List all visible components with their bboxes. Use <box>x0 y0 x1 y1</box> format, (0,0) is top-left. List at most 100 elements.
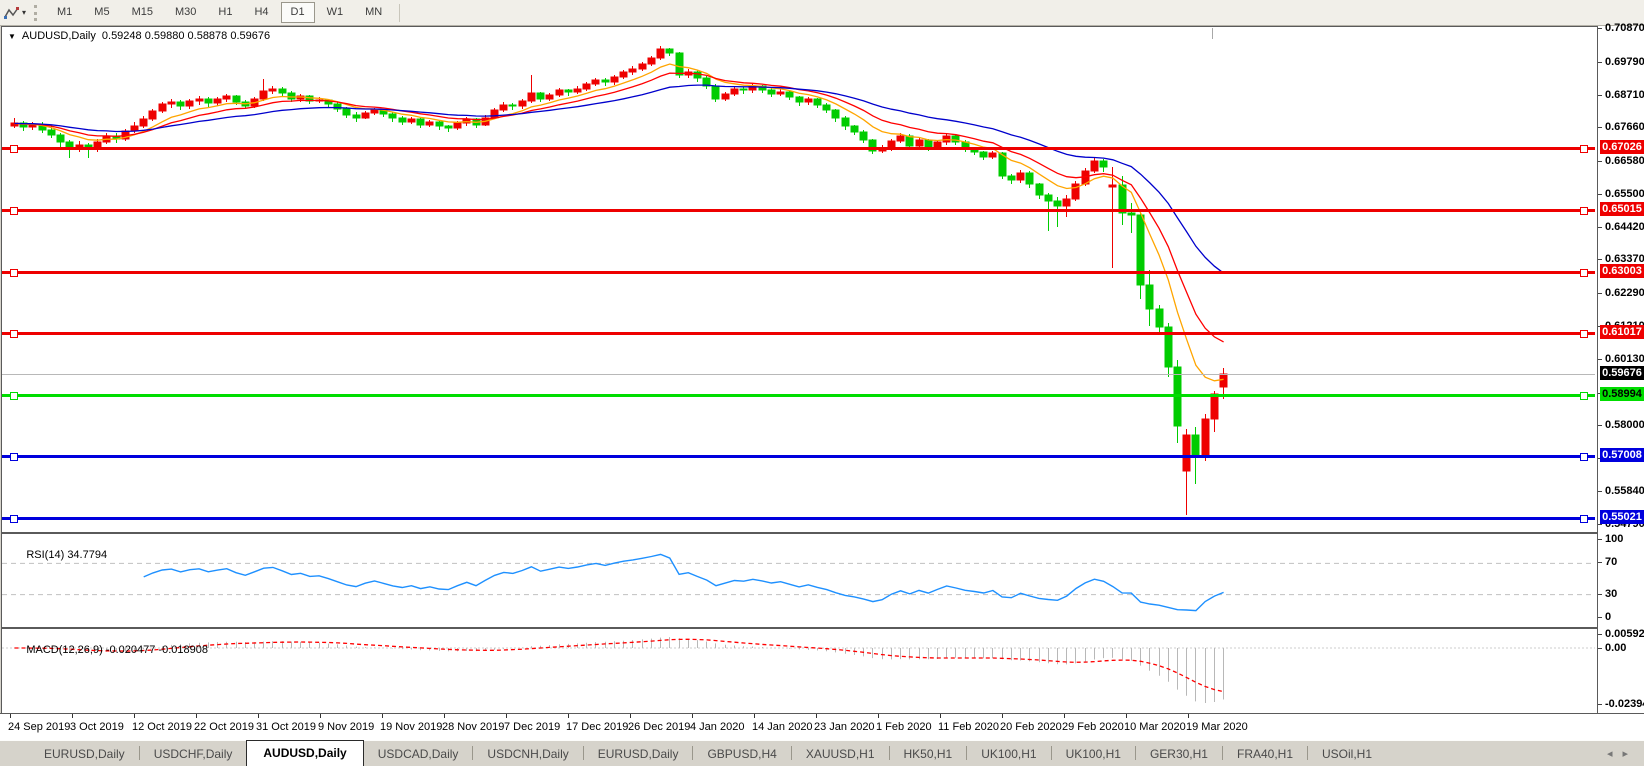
price-axis-tick <box>1598 259 1602 260</box>
date-axis-label: 3 Oct 2019 <box>70 721 124 733</box>
line-handle[interactable] <box>1580 515 1588 523</box>
line-handle[interactable] <box>1580 392 1588 400</box>
chart-tab-ger30-11[interactable]: GER30,H1 <box>1136 743 1222 766</box>
price-axis-tick-label: 0.68710 <box>1605 89 1644 101</box>
line-handle[interactable] <box>1580 453 1588 461</box>
date-axis-label: 24 Sep 2019 <box>8 721 70 733</box>
price-level-label: 0.58994 <box>1600 387 1644 401</box>
chart-tool-button[interactable]: ▾ <box>0 4 30 22</box>
date-axis-label: 31 Oct 2019 <box>256 721 316 733</box>
horizontal-level-line[interactable] <box>2 271 1595 274</box>
chart-tab-uk100-9[interactable]: UK100,H1 <box>967 743 1050 766</box>
chart-tab-eurusd-0[interactable]: EURUSD,Daily <box>30 743 139 766</box>
line-handle[interactable] <box>10 515 18 523</box>
price-axis[interactable]: 0.70870 0.69790 0.68710 0.67660 0.66580 … <box>1597 26 1644 713</box>
date-axis-label: 20 Feb 2020 <box>1000 721 1062 733</box>
timeframe-button-m15[interactable]: M15 <box>122 2 163 23</box>
macd-axis-label: -0.023944 <box>1605 698 1644 710</box>
date-axis-tick <box>1126 714 1127 718</box>
chart-tab-gbpusd-6[interactable]: GBPUSD,H4 <box>693 743 790 766</box>
date-axis-tick <box>940 714 941 718</box>
macd-indicator-pane[interactable]: MACD(12,26,9) -0.020477 -0.018908 <box>1 628 1598 715</box>
rsi-axis-label: 70 <box>1605 556 1617 568</box>
rsi-axis-label: 100 <box>1605 533 1623 545</box>
rsi-axis-tick <box>1598 562 1602 563</box>
toolbar-grip[interactable] <box>34 5 40 21</box>
chart-tab-usdcad-3[interactable]: USDCAD,Daily <box>364 743 473 766</box>
mt4-chart-window: ▾ M1M5M15M30H1H4D1W1MN ▼ AUDUSD,Dai <box>0 0 1644 766</box>
toolbar: ▾ M1M5M15M30H1H4D1W1MN <box>0 0 1644 26</box>
chart-shift-marker <box>1212 28 1213 39</box>
macd-label: MACD(12,26,9) -0.020477 -0.018908 <box>8 632 208 668</box>
chart-tab-eurusd-5[interactable]: EURUSD,Daily <box>584 743 693 766</box>
timeframe-button-m30[interactable]: M30 <box>165 2 206 23</box>
line-handle[interactable] <box>10 392 18 400</box>
rsi-axis-label: 30 <box>1605 588 1617 600</box>
timeframe-button-m5[interactable]: M5 <box>84 2 119 23</box>
macd-axis-tick <box>1598 634 1602 635</box>
line-handle[interactable] <box>10 453 18 461</box>
horizontal-level-line[interactable] <box>2 332 1595 335</box>
price-axis-tick-label: 0.67660 <box>1605 121 1644 133</box>
date-axis-tick <box>816 714 817 718</box>
rsi-axis-tick <box>1598 617 1602 618</box>
chart-tab-usdchf-1[interactable]: USDCHF,Daily <box>140 743 247 766</box>
timeframe-button-m1[interactable]: M1 <box>47 2 82 23</box>
chart-tab-xauusd-7[interactable]: XAUUSD,H1 <box>792 743 889 766</box>
line-handle[interactable] <box>10 269 18 277</box>
tab-scroll-left-icon[interactable]: ◂ <box>1607 748 1623 760</box>
price-axis-tick <box>1598 127 1602 128</box>
chart-tab-audusd-2[interactable]: AUDUSD,Daily <box>246 740 363 766</box>
dropdown-caret-icon[interactable]: ▾ <box>22 8 26 17</box>
line-handle[interactable] <box>1580 145 1588 153</box>
price-chart-pane[interactable]: ▼ AUDUSD,Daily 0.59248 0.59880 0.58878 0… <box>1 26 1598 533</box>
chart-tab-hk50-8[interactable]: HK50,H1 <box>890 743 967 766</box>
timeframe-button-d1[interactable]: D1 <box>281 2 315 23</box>
date-axis-tick <box>382 714 383 718</box>
date-axis-label: 7 Dec 2019 <box>504 721 560 733</box>
date-axis-tick <box>444 714 445 718</box>
date-axis-tick <box>754 714 755 718</box>
date-axis-label: 23 Jan 2020 <box>814 721 875 733</box>
date-axis-tick <box>258 714 259 718</box>
horizontal-level-line[interactable] <box>2 455 1595 458</box>
price-axis-tick-label: 0.62290 <box>1605 287 1644 299</box>
date-axis-label: 29 Feb 2020 <box>1062 721 1124 733</box>
date-axis-tick <box>320 714 321 718</box>
timeframe-button-h1[interactable]: H1 <box>208 2 242 23</box>
timeframe-button-h4[interactable]: H4 <box>244 2 278 23</box>
price-axis-tick <box>1598 491 1602 492</box>
tab-scroll-right-icon[interactable]: ▸ <box>1622 748 1638 760</box>
timeframe-button-w1[interactable]: W1 <box>317 2 354 23</box>
horizontal-level-line[interactable] <box>2 394 1595 397</box>
rsi-indicator-pane[interactable]: RSI(14) 34.7794 <box>1 533 1598 628</box>
chart-tab-usoil-13[interactable]: USOil,H1 <box>1308 743 1386 766</box>
date-axis-label: 19 Nov 2019 <box>380 721 442 733</box>
price-level-label: 0.61017 <box>1600 325 1644 339</box>
date-axis-label: 14 Jan 2020 <box>752 721 813 733</box>
price-axis-tick <box>1598 194 1602 195</box>
chart-tab-usdcnh-4[interactable]: USDCNH,Daily <box>473 743 582 766</box>
price-level-label: 0.67026 <box>1600 140 1644 154</box>
timeframe-button-mn[interactable]: MN <box>355 2 392 23</box>
line-handle[interactable] <box>10 145 18 153</box>
line-handle[interactable] <box>1580 330 1588 338</box>
line-handle[interactable] <box>10 330 18 338</box>
line-handle[interactable] <box>1580 269 1588 277</box>
rsi-axis-tick <box>1598 594 1602 595</box>
line-handle[interactable] <box>10 207 18 215</box>
horizontal-level-line[interactable] <box>2 209 1595 212</box>
date-axis[interactable]: 24 Sep 2019 3 Oct 2019 12 Oct 2019 22 Oc… <box>0 713 1644 741</box>
line-handle[interactable] <box>1580 207 1588 215</box>
price-axis-tick <box>1598 28 1602 29</box>
price-axis-tick <box>1598 95 1602 96</box>
horizontal-level-line[interactable] <box>2 517 1595 520</box>
chart-tab-fra40-12[interactable]: FRA40,H1 <box>1223 743 1307 766</box>
horizontal-level-line[interactable] <box>2 147 1595 150</box>
chart-tab-uk100-10[interactable]: UK100,H1 <box>1052 743 1135 766</box>
collapse-chart-button[interactable]: ▼ <box>8 32 16 41</box>
macd-values: -0.020477 -0.018908 <box>106 644 208 656</box>
date-axis-label: 1 Feb 2020 <box>876 721 932 733</box>
date-axis-tick <box>1002 714 1003 718</box>
chart-symbol-period: AUDUSD,Daily <box>22 30 96 42</box>
